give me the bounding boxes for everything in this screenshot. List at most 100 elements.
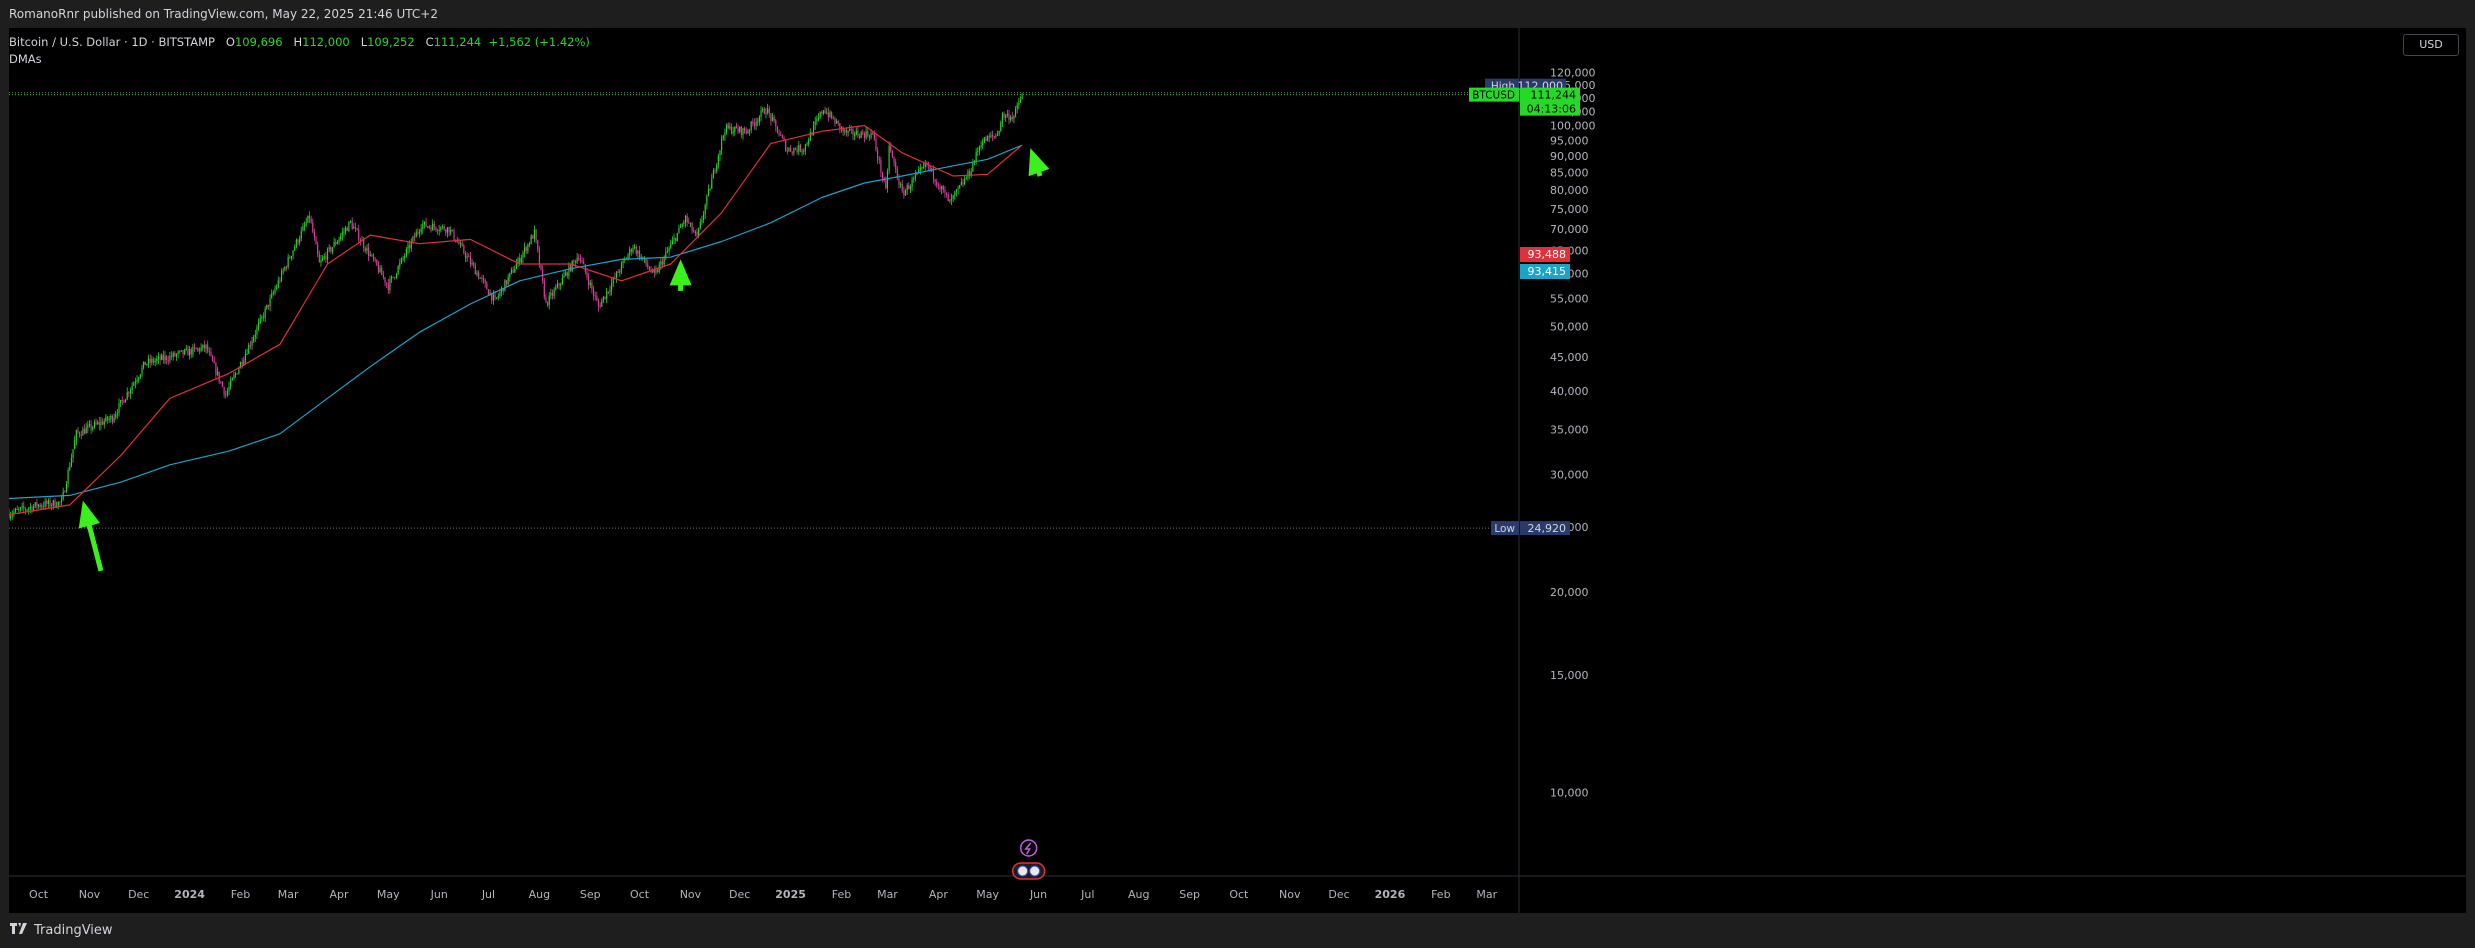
candle-body (507, 277, 509, 284)
candle-body (519, 257, 521, 263)
ma-slow-line (9, 144, 1023, 500)
y-tick-label: 15,000 (1550, 669, 1589, 682)
x-tick-label: Feb (231, 888, 250, 901)
candle-body (486, 282, 488, 290)
y-tick-label: 90,000 (1550, 150, 1589, 163)
candle-body (604, 296, 606, 299)
candle-body (941, 186, 943, 189)
candle-body (863, 133, 866, 138)
candle-body (190, 348, 192, 355)
candle-body (758, 116, 760, 122)
event-lightning-icon (1019, 839, 1038, 857)
candle-body (420, 229, 422, 232)
candle-body (528, 243, 531, 245)
candle-body (468, 256, 470, 258)
candle-body (297, 239, 299, 243)
candle-body (169, 355, 171, 361)
legend-indicator-row[interactable]: DMAs (9, 51, 590, 68)
brand-name: TradingView (34, 923, 113, 938)
candle-body (202, 344, 204, 348)
candle-body (67, 470, 69, 485)
candle-body (865, 131, 867, 138)
candle-body (208, 351, 210, 353)
candle-body (878, 158, 880, 160)
candle-body (872, 133, 874, 135)
candle-body (707, 189, 710, 196)
candle-body (235, 373, 237, 376)
candle-body (166, 356, 168, 361)
candle-body (757, 121, 759, 123)
candle-body (397, 266, 399, 274)
candle-body (648, 267, 650, 271)
candle-body (615, 271, 618, 278)
candle-body (195, 347, 197, 350)
chart-frame[interactable]: 10,00015,00020,00025,00030,00035,00040,0… (9, 28, 2466, 913)
x-tick-label: May (976, 888, 999, 901)
y-tick-label: 45,000 (1550, 351, 1589, 364)
candle-body (167, 360, 169, 362)
candle-body (686, 215, 688, 222)
candle-body (128, 392, 130, 394)
candle-body (1006, 114, 1008, 116)
candle-body (553, 289, 555, 296)
candle-body (248, 344, 250, 354)
legend-symbol[interactable]: Bitcoin / U.S. Dollar · 1D · BITSTAMP (9, 35, 215, 49)
candle-body (808, 140, 810, 144)
candle-body (331, 247, 334, 252)
candle-body (901, 184, 903, 191)
candle-body (566, 272, 568, 277)
tradingview-brand[interactable]: TradingView (10, 923, 113, 938)
candle-body (272, 292, 274, 294)
candle-body (333, 242, 335, 248)
candle-body (29, 506, 31, 509)
candle-body (147, 358, 150, 364)
candle-body (335, 242, 337, 244)
candle-body (583, 261, 585, 265)
candle-body (317, 244, 319, 255)
candle-body (294, 246, 296, 251)
candle-body (982, 142, 984, 146)
candle-body (635, 246, 637, 254)
candle-body (946, 192, 948, 195)
candle-body (85, 427, 87, 434)
y-tick-label: 80,000 (1550, 184, 1589, 197)
candle-body (386, 282, 388, 284)
legend-open-label: O (225, 35, 235, 49)
candle-body (16, 508, 18, 510)
candle-body (336, 241, 338, 244)
candle-body (325, 256, 327, 260)
currency-button[interactable]: USD (2403, 34, 2459, 56)
candle-body (732, 131, 734, 134)
candle-body (638, 250, 641, 259)
candle-body (422, 224, 424, 230)
price-chart[interactable]: 10,00015,00020,00025,00030,00035,00040,0… (9, 28, 2466, 913)
legend-symbol-row[interactable]: Bitcoin / U.S. Dollar · 1D · BITSTAMP O1… (9, 34, 590, 51)
candle-body (59, 501, 61, 503)
candle-body (60, 499, 63, 503)
candle-body (611, 283, 613, 291)
candle-body (65, 484, 68, 492)
candle-body (563, 275, 565, 278)
candle-body (141, 367, 143, 375)
candle-body (369, 254, 371, 256)
candle-body (436, 230, 439, 232)
x-tick-label: Jun (430, 888, 448, 901)
legend-indicator[interactable]: DMAs (9, 52, 42, 66)
annotation-arrow-2 (669, 259, 692, 291)
candle-body (143, 361, 145, 368)
x-tick-label: Mar (278, 888, 299, 901)
candle-body (69, 466, 71, 471)
candle-body (326, 249, 329, 260)
candle-body (415, 232, 417, 238)
candle-body (231, 378, 233, 381)
candle-body (680, 226, 682, 228)
x-tick-label: Apr (929, 888, 949, 901)
candle-body (606, 291, 608, 299)
candle-body (407, 245, 409, 250)
y-tick-label: 50,000 (1550, 320, 1589, 333)
candle-body (446, 227, 448, 233)
candle-body (540, 264, 542, 270)
candle-body (308, 215, 311, 219)
candle-body (51, 505, 53, 507)
candle-body (203, 344, 205, 349)
